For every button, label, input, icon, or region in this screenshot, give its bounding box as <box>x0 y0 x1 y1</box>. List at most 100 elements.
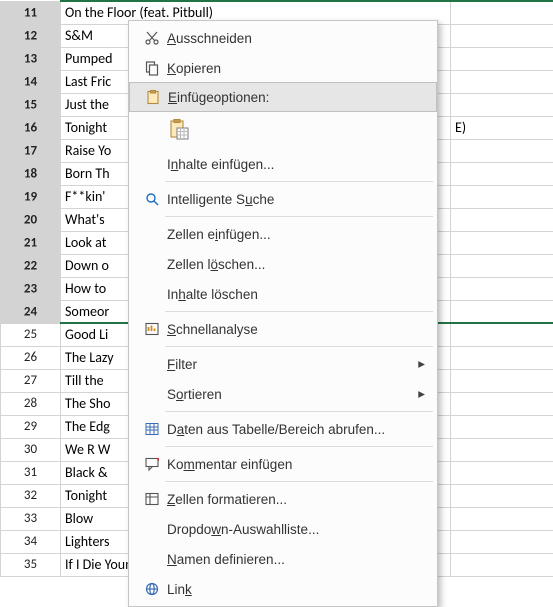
cell[interactable] <box>451 24 553 47</box>
separator <box>165 446 433 447</box>
separator <box>165 216 433 217</box>
row-header[interactable]: 23 <box>1 277 61 300</box>
separator <box>165 346 433 347</box>
row-header[interactable]: 31 <box>1 461 61 484</box>
menu-clear-contents-label: Inhalte löschen <box>167 287 425 302</box>
cell[interactable] <box>451 438 553 461</box>
row-header[interactable]: 18 <box>1 162 61 185</box>
cell[interactable] <box>451 231 553 254</box>
cell[interactable] <box>451 277 553 300</box>
menu-dropdown-list[interactable]: Dropdown-Auswahlliste... <box>129 514 437 544</box>
cell[interactable] <box>451 415 553 438</box>
cell[interactable]: E) <box>451 116 553 139</box>
cell[interactable] <box>451 507 553 530</box>
menu-dropdown-list-label: Dropdown-Auswahlliste... <box>167 522 425 537</box>
row-header[interactable]: 28 <box>1 392 61 415</box>
menu-copy[interactable]: Kopieren <box>129 53 437 83</box>
cell[interactable] <box>451 47 553 70</box>
menu-filter[interactable]: Filter ▸ <box>129 349 437 379</box>
row-header[interactable]: 15 <box>1 93 61 116</box>
cell[interactable] <box>451 162 553 185</box>
cell[interactable] <box>451 323 553 346</box>
context-menu: Ausschneiden Kopieren Einfügeoptionen: I… <box>128 20 438 607</box>
menu-quick-analysis[interactable]: Schnellanalyse <box>129 314 437 344</box>
menu-smart-lookup-label: Intelligente Suche <box>167 192 425 207</box>
row-header[interactable]: 34 <box>1 530 61 553</box>
link-icon <box>137 581 167 597</box>
submenu-arrow-icon: ▸ <box>411 386 425 402</box>
row-header[interactable]: 13 <box>1 47 61 70</box>
submenu-arrow-icon: ▸ <box>411 356 425 372</box>
clipboard-icon <box>138 89 168 105</box>
row-header[interactable]: 26 <box>1 346 61 369</box>
menu-smart-lookup[interactable]: Intelligente Suche <box>129 184 437 214</box>
row-header[interactable]: 19 <box>1 185 61 208</box>
menu-insert-comment-label: Kommentar einfügen <box>167 457 425 472</box>
row-header[interactable]: 30 <box>1 438 61 461</box>
menu-paste-special[interactable]: Inhalte einfügen... <box>129 149 437 179</box>
row-header[interactable]: 32 <box>1 484 61 507</box>
cell[interactable] <box>451 185 553 208</box>
menu-insert-cells[interactable]: Zellen einfügen... <box>129 219 437 249</box>
menu-paste-options-header[interactable]: Einfügeoptionen: <box>129 82 437 112</box>
menu-sort-label: Sortieren <box>167 387 411 402</box>
menu-paste-special-label: Inhalte einfügen... <box>167 157 425 172</box>
menu-clear-contents[interactable]: Inhalte löschen <box>129 279 437 309</box>
cell[interactable] <box>451 254 553 277</box>
separator <box>165 481 433 482</box>
row-header[interactable]: 21 <box>1 231 61 254</box>
menu-format-cells[interactable]: Zellen formatieren... <box>129 484 437 514</box>
cell[interactable] <box>451 300 553 323</box>
row-header[interactable]: 11 <box>1 1 61 24</box>
format-cells-icon <box>137 491 167 507</box>
separator <box>165 181 433 182</box>
row-header[interactable]: 25 <box>1 323 61 346</box>
menu-delete-cells[interactable]: Zellen löschen... <box>129 249 437 279</box>
separator <box>165 311 433 312</box>
cell[interactable] <box>451 392 553 415</box>
row-header[interactable]: 33 <box>1 507 61 530</box>
row-header[interactable]: 16 <box>1 116 61 139</box>
cell[interactable] <box>451 1 553 24</box>
menu-get-data-label: Daten aus Tabelle/Bereich abrufen... <box>167 422 425 437</box>
cell[interactable] <box>451 208 553 231</box>
menu-link[interactable]: Link <box>129 574 437 604</box>
cell[interactable] <box>451 70 553 93</box>
menu-paste-options-label: Einfügeoptionen: <box>168 90 424 105</box>
row-header[interactable]: 17 <box>1 139 61 162</box>
menu-cut[interactable]: Ausschneiden <box>129 23 437 53</box>
cell[interactable] <box>451 461 553 484</box>
cell[interactable] <box>451 369 553 392</box>
row-header[interactable]: 27 <box>1 369 61 392</box>
row-header[interactable]: 22 <box>1 254 61 277</box>
row-header[interactable]: 29 <box>1 415 61 438</box>
menu-sort[interactable]: Sortieren ▸ <box>129 379 437 409</box>
table-icon <box>137 421 167 437</box>
cell[interactable] <box>451 139 553 162</box>
row-header[interactable]: 14 <box>1 70 61 93</box>
menu-get-data[interactable]: Daten aus Tabelle/Bereich abrufen... <box>129 414 437 444</box>
menu-copy-label: Kopieren <box>167 61 425 76</box>
cell[interactable] <box>451 93 553 116</box>
menu-define-name[interactable]: Namen definieren... <box>129 544 437 574</box>
cell[interactable] <box>451 530 553 553</box>
menu-cut-label: Ausschneiden <box>167 31 425 46</box>
search-sparkle-icon <box>137 191 167 207</box>
row-header[interactable]: 12 <box>1 24 61 47</box>
row-header[interactable]: 20 <box>1 208 61 231</box>
row-header[interactable]: 35 <box>1 553 61 576</box>
row-header[interactable]: 24 <box>1 300 61 323</box>
cell[interactable] <box>451 346 553 369</box>
menu-filter-label: Filter <box>167 357 411 372</box>
menu-insert-comment[interactable]: Kommentar einfügen <box>129 449 437 479</box>
cell[interactable] <box>451 484 553 507</box>
copy-icon <box>137 60 167 76</box>
menu-format-cells-label: Zellen formatieren... <box>167 492 425 507</box>
scissors-icon <box>137 30 167 46</box>
paste-options-row <box>129 111 437 149</box>
menu-insert-cells-label: Zellen einfügen... <box>167 227 425 242</box>
separator <box>165 411 433 412</box>
paste-option-icon[interactable] <box>167 118 191 142</box>
cell[interactable] <box>451 553 553 576</box>
menu-delete-cells-label: Zellen löschen... <box>167 257 425 272</box>
